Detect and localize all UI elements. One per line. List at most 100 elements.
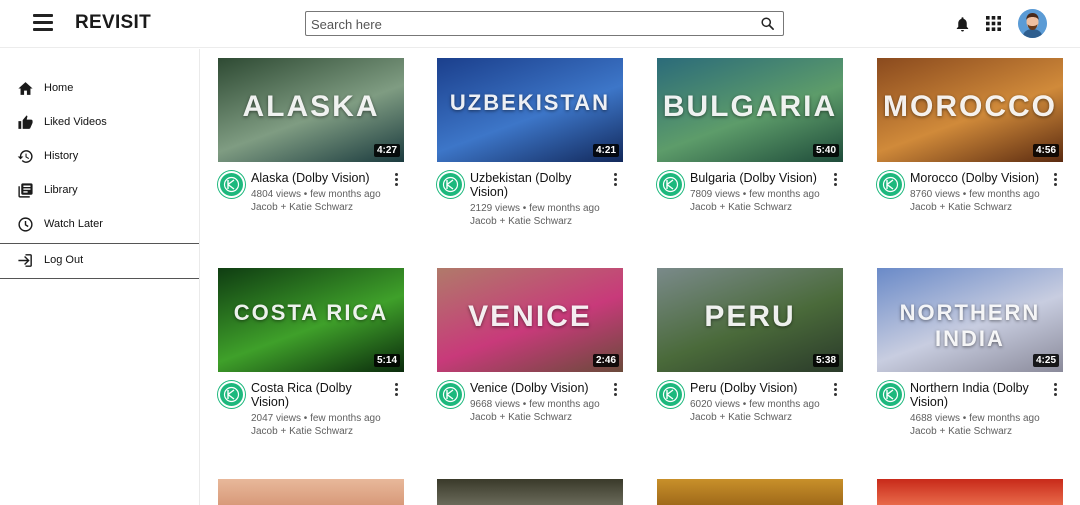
channel-name[interactable]: Jacob + Katie Schwarz xyxy=(690,412,792,425)
video-thumbnail[interactable]: BULGARIA 5:40 xyxy=(657,58,843,162)
channel-name[interactable]: Jacob + Katie Schwarz xyxy=(251,202,353,215)
video-card[interactable]: ALASKA 4:27 Alaska (Dolby Vision) 4804 v… xyxy=(218,58,404,238)
video-title[interactable]: Uzbekistan (Dolby Vision) xyxy=(470,171,602,199)
video-views: 7809 views • few months ago xyxy=(690,189,820,200)
video-thumbnail[interactable] xyxy=(218,479,404,505)
sidebar-item-label: Home xyxy=(44,82,74,94)
video-duration: 4:25 xyxy=(1032,354,1059,367)
video-duration: 2:46 xyxy=(592,354,619,367)
sidebar-item-liked-videos[interactable]: Liked Videos xyxy=(0,106,199,140)
channel-name[interactable]: Jacob + Katie Schwarz xyxy=(470,412,572,425)
thumbnail-title: VENICE xyxy=(468,300,592,333)
thumbnail-title: UZBEKISTAN xyxy=(449,90,611,115)
sidebar-item-label: Watch Later xyxy=(44,218,103,230)
channel-avatar[interactable] xyxy=(877,171,904,198)
channel-avatar[interactable] xyxy=(877,381,904,408)
more-vert-icon[interactable] xyxy=(610,381,620,399)
channel-name[interactable]: Jacob + Katie Schwarz xyxy=(470,216,572,229)
video-title[interactable]: Costa Rica (Dolby Vision) xyxy=(251,381,383,409)
thumbnail-title: ALASKA xyxy=(242,90,380,123)
video-views: 6020 views • few months ago xyxy=(690,399,820,410)
video-card[interactable]: PERU 5:38 Peru (Dolby Vision) 6020 views… xyxy=(657,268,843,448)
video-views: 2129 views • few months ago xyxy=(470,203,600,214)
history-icon xyxy=(17,150,33,163)
library-icon xyxy=(18,183,33,198)
channel-avatar[interactable] xyxy=(657,381,684,408)
sidebar-item-log-out[interactable]: Log Out xyxy=(0,244,199,278)
video-title[interactable]: Alaska (Dolby Vision) xyxy=(251,171,383,185)
video-card[interactable]: VENICE 2:46 Venice (Dolby Vision) 9668 v… xyxy=(437,268,623,448)
sidebar-item-library[interactable]: Library xyxy=(0,174,199,208)
hamburger-menu-icon[interactable] xyxy=(33,14,53,32)
video-thumbnail[interactable] xyxy=(877,479,1063,505)
channel-name[interactable]: Jacob + Katie Schwarz xyxy=(251,426,353,439)
top-header: REVISIT xyxy=(0,0,1080,48)
video-thumbnail[interactable]: COSTA RICA 5:14 xyxy=(218,268,404,372)
video-card[interactable]: UZBEKISTAN 4:21 Uzbekistan (Dolby Vision… xyxy=(437,58,623,238)
video-title[interactable]: Morocco (Dolby Vision) xyxy=(910,171,1042,185)
more-vert-icon[interactable] xyxy=(1050,171,1060,189)
thumbnail-title: BULGARIA xyxy=(662,90,838,123)
sidebar-item-label: Log Out xyxy=(44,254,84,266)
channel-name[interactable]: Jacob + Katie Schwarz xyxy=(910,202,1012,215)
more-vert-icon[interactable] xyxy=(610,171,620,189)
video-thumbnail[interactable] xyxy=(437,479,623,505)
sidebar-item-label: History xyxy=(44,150,79,162)
search-icon[interactable] xyxy=(760,16,775,31)
thumbnail-title: NORTHERN INDIA xyxy=(899,300,1041,351)
sidebar-divider xyxy=(0,278,199,279)
video-card[interactable]: BULGARIA 5:40 Bulgaria (Dolby Vision) 78… xyxy=(657,58,843,238)
video-views: 4688 views • few months ago xyxy=(910,413,1040,424)
channel-avatar[interactable] xyxy=(437,171,464,198)
channel-avatar[interactable] xyxy=(657,171,684,198)
more-vert-icon[interactable] xyxy=(1050,381,1060,399)
search-input[interactable] xyxy=(311,15,751,33)
video-duration: 5:38 xyxy=(812,354,839,367)
sidebar-item-home[interactable]: Home xyxy=(0,72,199,106)
clock-icon xyxy=(18,217,33,232)
thumbnail-title: COSTA RICA xyxy=(233,300,389,325)
sidebar-item-watch-later[interactable]: Watch Later xyxy=(0,208,199,242)
video-title[interactable]: Venice (Dolby Vision) xyxy=(470,381,602,395)
video-thumbnail[interactable]: MOROCCO 4:56 xyxy=(877,58,1063,162)
app-logo[interactable]: REVISIT xyxy=(75,12,151,34)
sidebar-item-label: Liked Videos xyxy=(44,116,107,128)
sidebar-item-history[interactable]: History xyxy=(0,140,199,174)
video-thumbnail[interactable]: UZBEKISTAN 4:21 xyxy=(437,58,623,162)
thumbnail-title: PERU xyxy=(704,300,796,333)
channel-name[interactable]: Jacob + Katie Schwarz xyxy=(690,202,792,215)
video-views: 9668 views • few months ago xyxy=(470,399,600,410)
bell-icon[interactable] xyxy=(954,15,971,33)
search-bar xyxy=(305,11,784,36)
video-thumbnail[interactable] xyxy=(657,479,843,505)
video-thumbnail[interactable]: ALASKA 4:27 xyxy=(218,58,404,162)
channel-avatar[interactable] xyxy=(437,381,464,408)
more-vert-icon[interactable] xyxy=(391,381,401,399)
more-vert-icon[interactable] xyxy=(391,171,401,189)
video-card[interactable]: NORTHERN INDIA 4:25 Northern India (Dolb… xyxy=(877,268,1063,448)
channel-avatar[interactable] xyxy=(218,381,245,408)
channel-avatar[interactable] xyxy=(218,171,245,198)
video-duration: 4:21 xyxy=(592,144,619,157)
video-duration: 5:14 xyxy=(373,354,400,367)
channel-name[interactable]: Jacob + Katie Schwarz xyxy=(910,426,1012,439)
user-avatar[interactable] xyxy=(1018,9,1047,38)
video-card[interactable]: MOROCCO 4:56 Morocco (Dolby Vision) 8760… xyxy=(877,58,1063,238)
video-title[interactable]: Bulgaria (Dolby Vision) xyxy=(690,171,822,185)
more-vert-icon[interactable] xyxy=(830,381,840,399)
video-duration: 4:27 xyxy=(373,144,400,157)
thumbnail-title: MOROCCO xyxy=(883,90,1057,123)
home-icon xyxy=(18,82,33,95)
video-thumbnail[interactable]: NORTHERN INDIA 4:25 xyxy=(877,268,1063,372)
more-vert-icon[interactable] xyxy=(830,171,840,189)
video-thumbnail[interactable]: PERU 5:38 xyxy=(657,268,843,372)
sidebar: Home Liked Videos History Library Watch … xyxy=(0,49,200,505)
video-card[interactable]: COSTA RICA 5:14 Costa Rica (Dolby Vision… xyxy=(218,268,404,448)
video-thumbnail[interactable]: VENICE 2:46 xyxy=(437,268,623,372)
video-duration: 4:56 xyxy=(1032,144,1059,157)
video-title[interactable]: Peru (Dolby Vision) xyxy=(690,381,822,395)
apps-grid-icon[interactable] xyxy=(986,16,1001,31)
video-title[interactable]: Northern India (Dolby Vision) xyxy=(910,381,1042,409)
video-views: 2047 views • few months ago xyxy=(251,413,381,424)
video-duration: 5:40 xyxy=(812,144,839,157)
